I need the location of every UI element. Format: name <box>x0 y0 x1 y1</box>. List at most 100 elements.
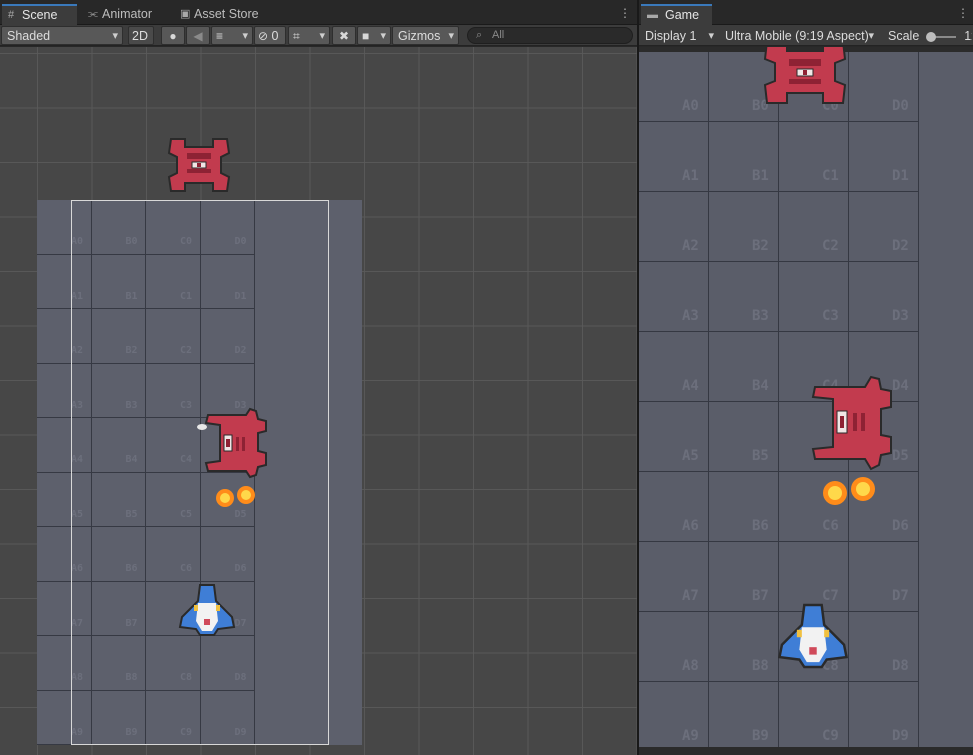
game-tile-label: D0 <box>892 98 909 114</box>
animator-icon: ⫘ <box>88 8 98 20</box>
scale-slider-track[interactable] <box>925 31 956 42</box>
game-tile-label: B5 <box>752 448 769 464</box>
game-tile-label: C2 <box>822 238 839 254</box>
game-tile: B3 <box>709 262 779 332</box>
tab-scene[interactable]: # Scene <box>2 4 77 25</box>
game-tile: B5 <box>709 402 779 472</box>
grid-icon: # <box>8 9 15 21</box>
scene-toolbar: Shaded 2D ● ◀ ≡ ⊘ 0 ⌗ ✖ ■ Gizmos ⌕ <box>0 25 637 46</box>
game-tile-label: D3 <box>892 308 909 324</box>
game-tile-label: D4 <box>892 378 909 394</box>
game-tile-label: B6 <box>752 518 769 534</box>
tab-animator[interactable]: ⫘ Animator <box>82 4 170 25</box>
game-tile-label: D8 <box>892 658 909 674</box>
camera-icon: ■ <box>362 29 370 43</box>
game-viewport[interactable]: A0B0C0D0A1B1C1D1A2B2C2D2A3B3C3D3A4B4C4D4… <box>639 47 973 755</box>
game-tile-label: D1 <box>892 168 909 184</box>
tab-asset-store[interactable]: ▣ Asset Store <box>174 4 274 25</box>
game-tile-label: D2 <box>892 238 909 254</box>
hidden-count: 0 <box>271 29 279 43</box>
2d-toggle-button[interactable]: 2D <box>128 26 154 45</box>
game-tile: B1 <box>709 122 779 192</box>
tab-scene-label: Scene <box>22 8 58 22</box>
tools-button[interactable]: ✖ <box>332 26 356 45</box>
audio-toggle-button[interactable]: ◀ <box>186 26 210 45</box>
game-tile-label: A4 <box>682 378 699 394</box>
scene-viewport[interactable]: A0B0C0D0A1B1C1D1A2B2C2D2A3B3C3D3A4B4C4D4… <box>0 47 637 755</box>
aspect-label: Ultra Mobile (9:19 Aspect) <box>725 29 869 43</box>
enemy-bullets <box>216 486 255 507</box>
game-tile: A6 <box>639 472 709 542</box>
tools-icon: ✖ <box>338 29 350 43</box>
enemy-ship-middle[interactable] <box>194 407 268 479</box>
game-tile-label: A6 <box>682 518 699 534</box>
scale-slider-thumb[interactable] <box>925 31 936 42</box>
tab-game[interactable]: ▬ Game <box>641 4 712 25</box>
effects-icon: ≡ <box>216 29 224 43</box>
game-tile-label: A1 <box>682 168 699 184</box>
game-tile: A2 <box>639 192 709 262</box>
game-tile-label: A7 <box>682 588 699 604</box>
game-tile: D9 <box>849 682 919 747</box>
game-tile: C2 <box>779 192 849 262</box>
game-enemy-ship-top[interactable] <box>757 47 853 109</box>
game-tile-label: A9 <box>682 728 699 744</box>
lighting-toggle-button[interactable]: ● <box>161 26 185 45</box>
game-tile-label: D5 <box>892 448 909 464</box>
display-dropdown[interactable]: Display 1 <box>639 26 719 45</box>
display-label: Display 1 <box>645 29 697 43</box>
aspect-dropdown[interactable]: Ultra Mobile (9:19 Aspect) <box>719 26 879 45</box>
hidden-eye-icon: ⊘ <box>258 29 269 43</box>
game-tile-label: D6 <box>892 518 909 534</box>
game-tile: A7 <box>639 542 709 612</box>
scale-value: 1x <box>964 29 972 43</box>
gizmos-label: Gizmos <box>398 29 441 43</box>
game-tile-label: A2 <box>682 238 699 254</box>
effects-dropdown[interactable]: ≡ <box>211 26 253 45</box>
game-toolbar: Display 1 Ultra Mobile (9:19 Aspect) Sca… <box>639 25 973 46</box>
game-tile: C1 <box>779 122 849 192</box>
game-tile: B9 <box>709 682 779 747</box>
game-tile-label: C1 <box>822 168 839 184</box>
game-tile-label: A0 <box>682 98 699 114</box>
grid-snap-dropdown[interactable]: ⌗ <box>288 26 330 45</box>
search-icon: ⌕ <box>476 29 483 41</box>
game-tile-label: C9 <box>822 728 839 744</box>
gizmos-dropdown[interactable]: Gizmos <box>392 26 459 45</box>
game-tile: A3 <box>639 262 709 332</box>
game-tile: B2 <box>709 192 779 262</box>
game-enemy-ship-middle[interactable] <box>807 375 893 471</box>
game-panel: ▬ Game ⋮ Display 1 Ultra Mobile (9:19 As… <box>639 0 973 755</box>
scale-label: Scale <box>888 29 920 43</box>
speaker-icon: ◀ <box>193 29 203 43</box>
enemy-ship-top[interactable] <box>163 133 235 195</box>
game-enemy-bullets <box>823 477 875 505</box>
game-tile-label: B7 <box>752 588 769 604</box>
shading-mode-dropdown[interactable]: Shaded <box>1 26 123 45</box>
game-player-ship[interactable] <box>777 600 849 672</box>
game-tile-label: A8 <box>682 658 699 674</box>
scale-slider[interactable]: Scale 1x <box>882 26 973 45</box>
game-tile: D3 <box>849 262 919 332</box>
game-tile-label: A5 <box>682 448 699 464</box>
game-tile-label: C3 <box>822 308 839 324</box>
lightbulb-icon: ● <box>169 29 177 43</box>
game-tile: D1 <box>849 122 919 192</box>
game-tile: C3 <box>779 262 849 332</box>
game-tile-label: B3 <box>752 308 769 324</box>
game-tile: B7 <box>709 542 779 612</box>
player-ship[interactable] <box>178 581 236 639</box>
game-tile: B4 <box>709 332 779 402</box>
game-menu-icon[interactable]: ⋮ <box>957 6 969 20</box>
scene-search-input[interactable]: ⌕ All <box>467 27 633 44</box>
camera-dropdown[interactable]: ■ <box>357 26 391 45</box>
scene-menu-icon[interactable]: ⋮ <box>619 6 631 20</box>
game-tile-label: B1 <box>752 168 769 184</box>
grid-snap-icon: ⌗ <box>293 29 300 43</box>
scene-visibility-button[interactable]: ⊘ 0 <box>254 26 286 45</box>
shading-mode-label: Shaded <box>7 29 51 43</box>
gamepad-icon: ▬ <box>647 9 658 21</box>
game-tile-label: B9 <box>752 728 769 744</box>
store-bag-icon: ▣ <box>180 8 191 20</box>
game-tile-label: C6 <box>822 518 839 534</box>
